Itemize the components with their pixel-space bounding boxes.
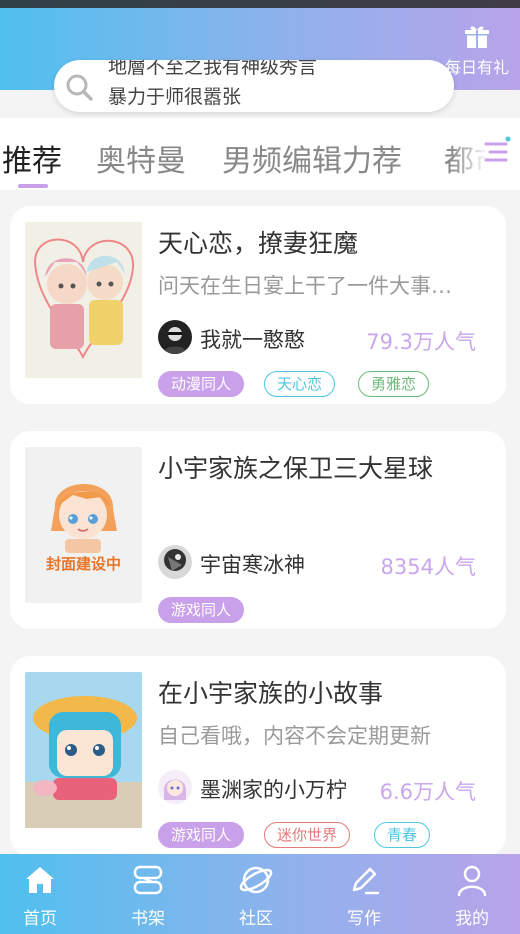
popularity-count: 79.3万人气 bbox=[366, 330, 476, 354]
nav-bookshelf[interactable]: 书架 bbox=[108, 862, 188, 929]
search-suggestion: 地層不至之我有神级秀言 暴力于师很嚣张 bbox=[108, 60, 438, 112]
author-avatar bbox=[158, 320, 192, 354]
gift-label: 每日有礼 bbox=[444, 58, 509, 77]
pen-icon bbox=[352, 867, 380, 895]
popularity-count: 8354人气 bbox=[380, 555, 476, 579]
daily-gift-button[interactable]: 每日有礼 bbox=[442, 24, 512, 78]
nav-home[interactable]: 首页 bbox=[0, 862, 80, 929]
tab-editor-picks[interactable]: 男频编辑力荐 bbox=[222, 136, 402, 180]
user-icon bbox=[457, 865, 487, 897]
book-title: 天心恋，撩妻狂魔 bbox=[158, 229, 359, 258]
game-character-cover-image bbox=[25, 672, 142, 828]
category-menu-icon[interactable] bbox=[480, 136, 512, 168]
status-bar bbox=[0, 0, 520, 8]
book-description: 自己看哦，内容不会定期更新 bbox=[158, 724, 431, 748]
category-tabs: 推荐 奥特曼 男频编辑力荐 都市 bbox=[0, 118, 520, 190]
tag-outline[interactable]: 迷你世界 bbox=[264, 822, 351, 848]
book-description: 问天在生日宴上干了一件大事… bbox=[158, 274, 452, 298]
tag-outline[interactable]: 天心恋 bbox=[264, 371, 336, 397]
author-name: 我就一憨憨 bbox=[200, 328, 305, 352]
nav-write-label: 写作 bbox=[347, 909, 381, 929]
tag-outline[interactable]: 勇雅恋 bbox=[358, 371, 430, 397]
app-page: 每日有礼 地層不至之我有神级秀言 暴力于师很嚣张 推荐 奥特曼 男频编辑力荐 都… bbox=[0, 0, 520, 934]
nav-profile[interactable]: 我的 bbox=[432, 862, 512, 929]
nav-community-label: 社区 bbox=[239, 909, 273, 929]
search-icon bbox=[66, 74, 93, 101]
nav-write[interactable]: 写作 bbox=[324, 862, 404, 929]
book-cover bbox=[25, 222, 142, 378]
author-name: 宇宙寒冰神 bbox=[200, 553, 305, 577]
author-avatar bbox=[158, 545, 192, 579]
book-card[interactable]: 在小宇家族的小故事 自己看哦，内容不会定期更新 墨渊家的小万柠 6.6万人气 游… bbox=[10, 656, 506, 856]
home-icon bbox=[26, 867, 54, 893]
cover-placeholder-text: 封面建设中 bbox=[45, 555, 121, 573]
nav-bookshelf-label: 书架 bbox=[131, 909, 165, 929]
planet-icon bbox=[239, 866, 273, 894]
bookshelf-icon bbox=[133, 865, 163, 895]
book-title: 小宇家族之保卫三大星球 bbox=[158, 454, 434, 483]
nav-community[interactable]: 社区 bbox=[216, 862, 296, 929]
book-card[interactable]: 封面建设中 小宇家族之保卫三大星球 宇宙寒冰神 8354人气 游戏同人 bbox=[10, 431, 506, 629]
popularity-count: 6.6万人气 bbox=[379, 780, 476, 804]
search-suggestion-line-1: 地層不至之我有神级秀言 bbox=[108, 60, 318, 78]
nav-home-label: 首页 bbox=[23, 909, 57, 929]
anime-couple-cover-image bbox=[25, 222, 142, 378]
search-bar[interactable]: 地層不至之我有神级秀言 暴力于师很嚣张 bbox=[54, 60, 454, 112]
author-name: 墨渊家的小万柠 bbox=[200, 778, 347, 802]
tab-recommend[interactable]: 推荐 bbox=[2, 136, 62, 180]
book-cover: 封面建设中 bbox=[25, 447, 142, 603]
gift-icon bbox=[465, 26, 489, 48]
tag-outline[interactable]: 青春 bbox=[374, 822, 431, 848]
book-card[interactable]: 天心恋，撩妻狂魔 问天在生日宴上干了一件大事… 我就一憨憨 79.3万人气 动漫… bbox=[10, 206, 506, 404]
tag-filled[interactable]: 游戏同人 bbox=[158, 822, 245, 848]
nav-profile-label: 我的 bbox=[455, 909, 489, 929]
tab-ultraman[interactable]: 奥特曼 bbox=[96, 136, 186, 180]
active-tab-indicator bbox=[18, 184, 48, 188]
book-cover bbox=[25, 672, 142, 828]
author-avatar bbox=[158, 770, 192, 804]
tag-filled[interactable]: 动漫同人 bbox=[158, 371, 245, 397]
search-suggestion-line-2: 暴力于师很嚣张 bbox=[108, 86, 242, 108]
tag-filled[interactable]: 游戏同人 bbox=[158, 597, 245, 623]
bottom-navigation: 首页 书架 社区 写作 我的 bbox=[0, 854, 520, 934]
book-title: 在小宇家族的小故事 bbox=[158, 679, 384, 708]
placeholder-cover-image bbox=[25, 447, 142, 603]
